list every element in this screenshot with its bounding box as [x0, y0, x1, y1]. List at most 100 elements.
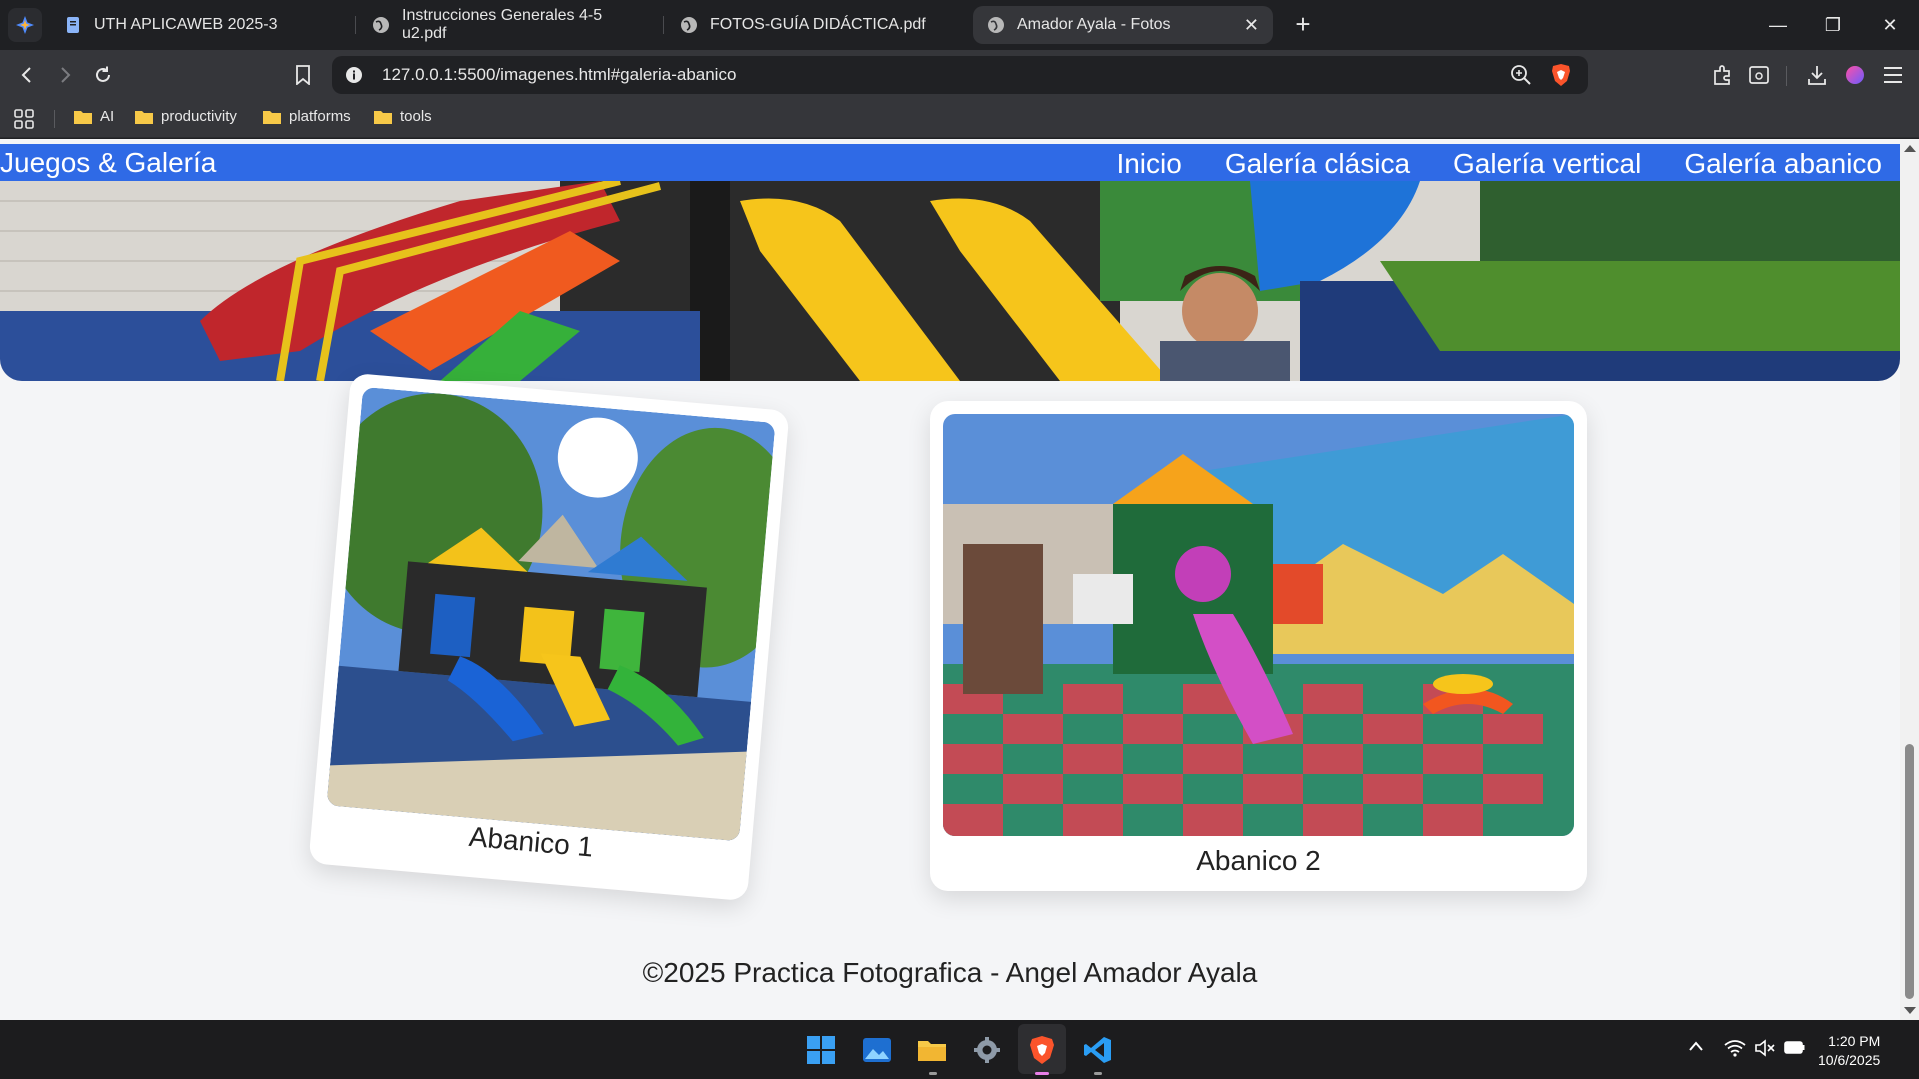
- apps-grid-icon: [14, 109, 34, 129]
- main-menu-button[interactable]: [1876, 58, 1910, 92]
- show-hidden-icons-button[interactable]: [1688, 1039, 1704, 1057]
- bookmark-label: tools: [400, 108, 432, 125]
- bookmark-folder-productivity[interactable]: productivity: [134, 108, 237, 125]
- vscode-button[interactable]: [1080, 1032, 1116, 1068]
- playground-picture: [943, 414, 1574, 836]
- hamburger-menu-icon: [1884, 67, 1902, 83]
- running-indicator: [1094, 1072, 1102, 1075]
- url-text[interactable]: 127.0.0.1:5500/imagenes.html#galeria-aba…: [382, 65, 736, 85]
- nav-link-inicio[interactable]: Inicio: [1116, 148, 1181, 180]
- tab-fotos-guia-pdf[interactable]: FOTOS-GUÍA DIDÁCTICA.pdf: [666, 6, 966, 44]
- clock-date: 10/6/2025: [1818, 1052, 1881, 1068]
- minimize-button[interactable]: —: [1758, 10, 1798, 40]
- tab-separator: [355, 16, 356, 34]
- arrow-left-icon: [21, 67, 31, 83]
- arrow-right-icon: [61, 67, 71, 83]
- clock-time: 1:20 PM: [1828, 1033, 1881, 1049]
- brave-browser-button[interactable]: [1024, 1032, 1060, 1068]
- globe-icon: [988, 17, 1004, 33]
- site-brand[interactable]: Juegos & Galería: [0, 147, 216, 179]
- bookmark-folder-platforms[interactable]: platforms: [262, 108, 351, 125]
- site-nav: Inicio Galería clásica Galería vertical …: [1116, 148, 1882, 180]
- wifi-status[interactable]: [1724, 1039, 1746, 1062]
- zoom-icon[interactable]: [1510, 64, 1532, 86]
- address-bar[interactable]: 127.0.0.1:5500/imagenes.html#galeria-aba…: [332, 56, 1588, 94]
- settings-button[interactable]: [969, 1032, 1005, 1068]
- bookmark-label: AI: [100, 108, 115, 125]
- tab-instrucciones-pdf[interactable]: Instrucciones Generales 4-5 u2.pdf: [358, 6, 658, 44]
- tab-uth-aplicaweb[interactable]: UTH APLICAWEB 2025-3: [50, 6, 350, 44]
- folder-icon: [918, 1041, 946, 1061]
- tab-separator: [663, 16, 664, 34]
- photos-icon: [863, 1038, 891, 1062]
- tab-amador-ayala-fotos[interactable]: Amador Ayala - Fotos ✕: [973, 6, 1273, 44]
- scroll-down-arrow-icon[interactable]: [1904, 1007, 1916, 1014]
- close-tab-icon[interactable]: ✕: [1244, 15, 1259, 36]
- brave-shields-icon[interactable]: [1550, 63, 1572, 87]
- globe-icon: [373, 17, 389, 33]
- downloads-button[interactable]: [1800, 58, 1834, 92]
- gallery-card-abanico-2[interactable]: Abanico 2: [930, 401, 1587, 891]
- reader-button[interactable]: [1742, 58, 1776, 92]
- info-icon[interactable]: [344, 65, 364, 85]
- reader-icon: [1749, 66, 1769, 84]
- globe-icon: [681, 17, 697, 33]
- battery-status[interactable]: [1784, 1039, 1806, 1060]
- download-icon: [1808, 66, 1826, 85]
- site-footer: ©2025 Practica Fotografica - Angel Amado…: [642, 957, 1258, 988]
- abanico-1-photo: [326, 386, 776, 842]
- forward-button[interactable]: [48, 58, 82, 92]
- restore-button[interactable]: ❐: [1813, 10, 1853, 40]
- volume-status[interactable]: [1754, 1039, 1776, 1062]
- leo-ai-button[interactable]: [1838, 58, 1872, 92]
- bookmark-button[interactable]: [286, 58, 320, 92]
- file-explorer-button[interactable]: [914, 1032, 950, 1068]
- gallery-card-abanico-1[interactable]: Abanico 1: [308, 372, 790, 902]
- chevron-up-icon: [1689, 1041, 1703, 1051]
- abanico-2-photo: [943, 414, 1574, 836]
- battery-charging-icon: [1784, 1041, 1805, 1054]
- hero-banner-image: [0, 181, 1900, 381]
- scrollbar-thumb[interactable]: [1905, 744, 1914, 999]
- extensions-button[interactable]: [1706, 58, 1740, 92]
- playground-banner-picture: [0, 181, 1900, 381]
- bookmarks-bar: AI productivity platforms tools: [0, 100, 1919, 138]
- bookmark-label: platforms: [289, 108, 351, 125]
- spark-icon: [16, 16, 34, 34]
- browser-tab-strip: UTH APLICAWEB 2025-3 Instrucciones Gener…: [0, 0, 1919, 50]
- vscode-icon: [1084, 1037, 1111, 1063]
- bookmarks-separator: [54, 110, 55, 128]
- reload-icon: [96, 66, 110, 82]
- windows-taskbar: 1:20 PM 10/6/2025: [0, 1020, 1919, 1079]
- start-button[interactable]: [803, 1032, 839, 1068]
- running-indicator: [1035, 1072, 1049, 1075]
- page-viewport: Juegos & Galería Inicio Galería clásica …: [0, 139, 1900, 1020]
- folder-icon: [135, 110, 153, 124]
- wifi-icon: [1724, 1040, 1746, 1057]
- new-tab-button[interactable]: +: [1288, 10, 1318, 40]
- close-window-button[interactable]: ✕: [1870, 10, 1910, 40]
- playground-picture: [326, 386, 776, 842]
- bookmark-folder-ai[interactable]: AI: [73, 108, 114, 125]
- browser-menu-button[interactable]: [8, 8, 42, 42]
- system-clock[interactable]: 1:20 PM 10/6/2025: [1818, 1032, 1880, 1070]
- page-scrollbar[interactable]: [1900, 139, 1919, 1020]
- tab-title: Instrucciones Generales 4-5 u2.pdf: [402, 7, 603, 42]
- puzzle-icon: [1714, 65, 1730, 85]
- nav-link-galeria-abanico[interactable]: Galería abanico: [1684, 148, 1882, 180]
- folder-icon: [374, 110, 392, 124]
- back-button[interactable]: [10, 58, 44, 92]
- volume-muted-icon: [1755, 1039, 1775, 1057]
- card-caption: Abanico 2: [1196, 845, 1321, 876]
- photos-app-button[interactable]: [859, 1032, 895, 1068]
- reload-button[interactable]: [86, 58, 120, 92]
- gear-icon: [974, 1037, 1000, 1063]
- folder-icon: [263, 110, 281, 124]
- bookmark-folder-tools[interactable]: tools: [373, 108, 432, 125]
- scroll-up-arrow-icon[interactable]: [1904, 145, 1916, 152]
- nav-link-galeria-vertical[interactable]: Galería vertical: [1453, 148, 1641, 180]
- apps-grid-button[interactable]: [14, 109, 34, 129]
- tab-title: Amador Ayala - Fotos: [1017, 16, 1171, 33]
- folder-icon: [74, 110, 92, 124]
- nav-link-galeria-clasica[interactable]: Galería clásica: [1225, 148, 1410, 180]
